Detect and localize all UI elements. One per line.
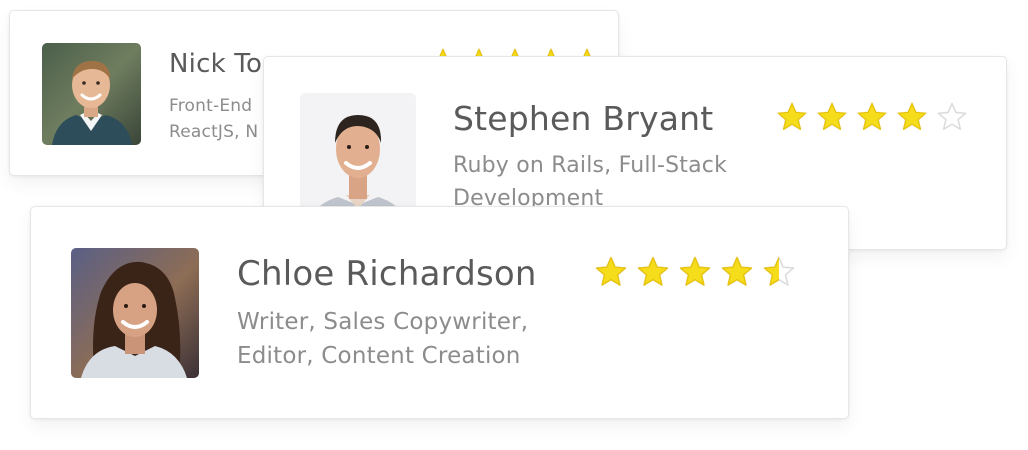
star-filled-icon [637,256,669,286]
star-filled-icon [721,256,753,286]
avatar-photo[interactable] [71,248,199,378]
star-filled-icon [897,102,927,131]
star-filled-icon [679,256,711,286]
freelancer-name[interactable]: Chloe Richardson [237,254,537,294]
skills-line: Ruby on Rails, Full-Stack [453,153,728,178]
star-empty-icon [937,102,967,131]
avatar-photo[interactable] [42,43,141,145]
skills-line: Writer, Sales Copywriter, [237,309,529,335]
star-half-icon [763,256,795,286]
freelancer-skills: Writer, Sales Copywriter, Editor, Conten… [237,305,567,373]
star-rating [594,255,796,289]
star-filled-icon [595,256,627,286]
star-filled-icon [817,102,847,131]
freelancer-name[interactable]: Nick To [169,49,262,79]
freelancer-name[interactable]: Stephen Bryant [453,99,713,138]
stage: Nick To Front-End ReactJS, N Stephen Bry… [0,0,1028,450]
profile-card-chloe[interactable]: Chloe Richardson Writer, Sales Copywrite… [30,206,849,419]
star-rating [776,101,968,133]
star-filled-icon [857,102,887,131]
skills-line: Editor, Content Creation [237,343,521,369]
star-filled-icon [777,102,807,131]
